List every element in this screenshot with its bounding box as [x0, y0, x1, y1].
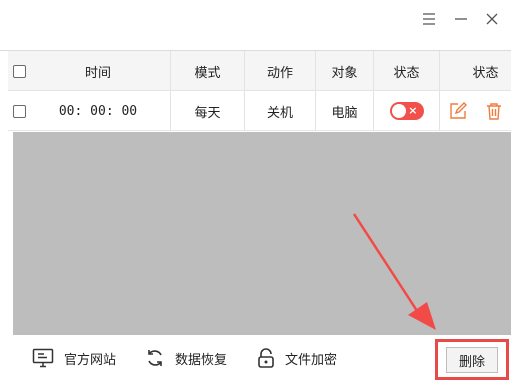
official-website-label: 官方网站	[64, 352, 117, 368]
column-header-status: 状态	[393, 65, 420, 81]
empty-list-area	[13, 132, 511, 335]
toggle-off-icon: ×	[408, 104, 418, 117]
cell-action: 关机	[266, 105, 293, 121]
column-header-time: 时间	[84, 65, 111, 81]
refresh-icon	[148, 350, 162, 366]
column-header-action: 动作	[266, 65, 293, 81]
menu-icon[interactable]	[418, 8, 440, 30]
row-checkbox[interactable]	[12, 104, 26, 118]
cell-status: ×	[374, 91, 439, 131]
column-header-mode: 模式	[194, 65, 221, 81]
official-website-link[interactable]: 官方网站	[32, 346, 116, 370]
task-table: 时间 模式 动作 对象 状态 状态 00: 00: 00 每天 关机 电脑 ×	[8, 51, 511, 131]
trash-icon[interactable]	[483, 100, 505, 122]
table-header: 时间 模式 动作 对象 状态 状态	[8, 51, 511, 91]
column-header-status-actions: 状态	[472, 65, 499, 81]
cell-time: 00: 00: 00	[58, 103, 138, 119]
monitor-icon	[32, 348, 54, 368]
close-icon[interactable]	[481, 8, 503, 30]
file-encryption-label: 文件加密	[285, 352, 338, 368]
table-row[interactable]: 00: 00: 00 每天 关机 电脑 ×	[8, 91, 511, 131]
select-all-checkbox[interactable]	[12, 64, 26, 78]
title-bar	[0, 0, 511, 50]
lock-icon	[258, 348, 274, 368]
column-header-target: 对象	[331, 65, 358, 81]
select-all-checkbox-cell[interactable]	[12, 51, 26, 91]
toggle-knob	[391, 104, 406, 118]
data-recovery-label: 数据恢复	[175, 352, 228, 368]
delete-button[interactable]: 删除	[446, 347, 498, 373]
delete-highlight-box: 删除	[435, 339, 509, 380]
file-encryption-link[interactable]: 文件加密	[257, 346, 337, 370]
edit-icon[interactable]	[447, 100, 469, 122]
minimize-icon[interactable]	[450, 8, 472, 30]
cell-actions	[440, 91, 511, 131]
cell-mode: 每天	[194, 105, 221, 121]
status-toggle[interactable]: ×	[389, 102, 424, 120]
cell-target: 电脑	[331, 105, 358, 121]
data-recovery-link[interactable]: 数据恢复	[145, 346, 227, 370]
row-checkbox-cell[interactable]	[12, 91, 26, 131]
